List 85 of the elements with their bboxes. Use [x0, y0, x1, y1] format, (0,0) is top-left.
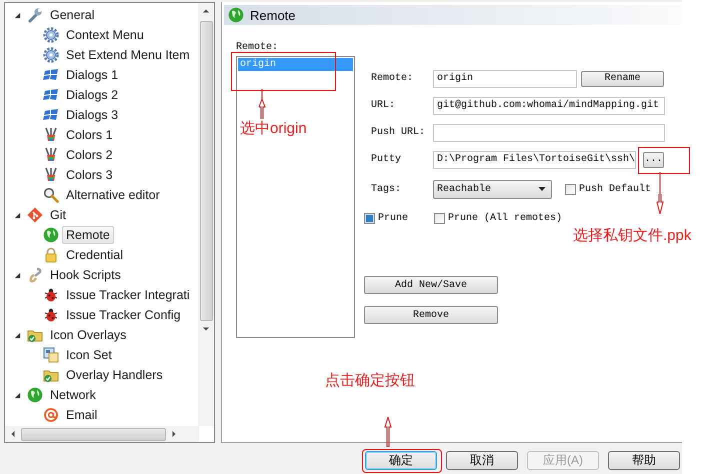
tree-item[interactable]: Network [46, 386, 100, 404]
tree-item[interactable]: Remote [62, 226, 114, 244]
field-label: Push URL: [371, 127, 426, 138]
tags-dropdown[interactable]: Reachable [433, 180, 552, 198]
checkbox-label: Prune [378, 212, 408, 224]
checkbox[interactable] [434, 212, 446, 224]
paintbrushes-icon [43, 127, 59, 143]
tree-item[interactable]: Git [46, 206, 70, 224]
field-label: Remote: [371, 73, 414, 84]
annotation-text: 选择私钥文件.ppk [573, 226, 692, 245]
wrench-icon [27, 7, 43, 23]
tree-item[interactable]: Issue Tracker Config [62, 306, 185, 324]
padlock-icon [43, 247, 59, 263]
ok-button[interactable]: 确定 [365, 451, 437, 470]
field-label: Putty [371, 154, 402, 165]
field-label: URL: [371, 100, 396, 111]
tree-item[interactable]: Set Extend Menu Item [62, 46, 194, 64]
gear-icon [43, 27, 59, 43]
tree-item[interactable]: Dialogs 1 [62, 66, 122, 84]
windows-logo-icon [43, 87, 59, 103]
tree-item[interactable]: Colors 2 [62, 146, 117, 164]
arrow [383, 417, 393, 447]
help-button[interactable]: 帮助 [608, 451, 680, 470]
text-field[interactable] [433, 124, 665, 142]
tree-item[interactable]: Colors 1 [62, 126, 117, 144]
browse-button[interactable]: ... [643, 152, 664, 168]
hook-icon [27, 267, 43, 283]
tree-item[interactable]: Dialogs 3 [62, 106, 122, 124]
tree-item[interactable]: Context Menu [62, 26, 148, 44]
remove-button[interactable]: Remove [364, 306, 498, 324]
collapse-arrow-icon[interactable] [14, 272, 21, 278]
arrow [655, 172, 665, 214]
scroll-down-icon[interactable] [202, 325, 210, 333]
text-field[interactable]: origin [433, 70, 577, 88]
tree-item[interactable]: Email [62, 406, 102, 424]
tree-item[interactable]: Colors 3 [62, 166, 117, 184]
caret-icon [538, 185, 546, 193]
ladybug-icon [43, 287, 59, 303]
highlight-frame [638, 147, 690, 174]
magnifier-icon [43, 187, 59, 203]
gear-icon [43, 47, 59, 63]
collapse-arrow-icon[interactable] [14, 332, 21, 338]
checkbox-label: Prune (All remotes) [448, 212, 562, 224]
horizontal-scrollbar[interactable] [5, 426, 199, 442]
arrow [257, 89, 267, 119]
annotation-text: 点击确定按钮 [325, 371, 415, 390]
rename-button[interactable]: Rename [581, 70, 664, 86]
cancel-button[interactable]: 取消 [446, 451, 518, 470]
scroll-right-icon[interactable] [170, 430, 178, 438]
ladybug-icon [43, 307, 59, 323]
git-logo-icon [27, 207, 43, 223]
globe-icon [228, 7, 244, 23]
list-label: Remote: [236, 42, 280, 53]
checkbox[interactable] [364, 212, 375, 224]
tree-item[interactable]: Overlay Handlers [62, 366, 167, 384]
scroll-up-icon[interactable] [202, 7, 210, 15]
windows-logo-icon [43, 67, 59, 83]
overlapping-windows-icon [43, 347, 59, 363]
annotation-text: 选中origin [240, 119, 307, 138]
tree-item[interactable]: Icon Set [62, 346, 116, 364]
checkbox[interactable] [565, 184, 576, 194]
field-label: Tags: [371, 184, 402, 194]
tree-item[interactable]: Icon Overlays [46, 326, 130, 344]
globe-icon [43, 227, 59, 243]
tree-item[interactable]: Dialogs 2 [62, 86, 122, 104]
tree-item[interactable]: Hook Scripts [46, 266, 125, 284]
checkbox-label: Push Default [579, 184, 652, 194]
page-title: Remote [250, 8, 296, 22]
collapse-arrow-icon[interactable] [14, 12, 21, 18]
tree-item[interactable]: Alternative editor [62, 186, 164, 204]
at-sign-icon [43, 407, 59, 423]
tree-item[interactable]: Issue Tracker Integrati [62, 286, 194, 304]
windows-logo-icon [43, 107, 59, 123]
paintbrushes-icon [43, 147, 59, 163]
scroll-left-icon[interactable] [9, 430, 17, 438]
save-button[interactable]: Add New/Save [364, 276, 498, 294]
globe-icon [27, 387, 43, 403]
tree-item[interactable]: General [46, 6, 98, 24]
collapse-arrow-icon[interactable] [14, 392, 21, 398]
text-field[interactable]: git@github.com:whomai/mindMapping.git [433, 96, 665, 114]
text-field[interactable]: D:\Program Files\TortoiseGit\ssh\ [433, 150, 636, 168]
tree-item[interactable]: Credential [62, 246, 127, 264]
collapse-arrow-icon[interactable] [14, 212, 21, 218]
paintbrushes-icon [43, 167, 59, 183]
vertical-scrollbar[interactable] [198, 3, 214, 426]
